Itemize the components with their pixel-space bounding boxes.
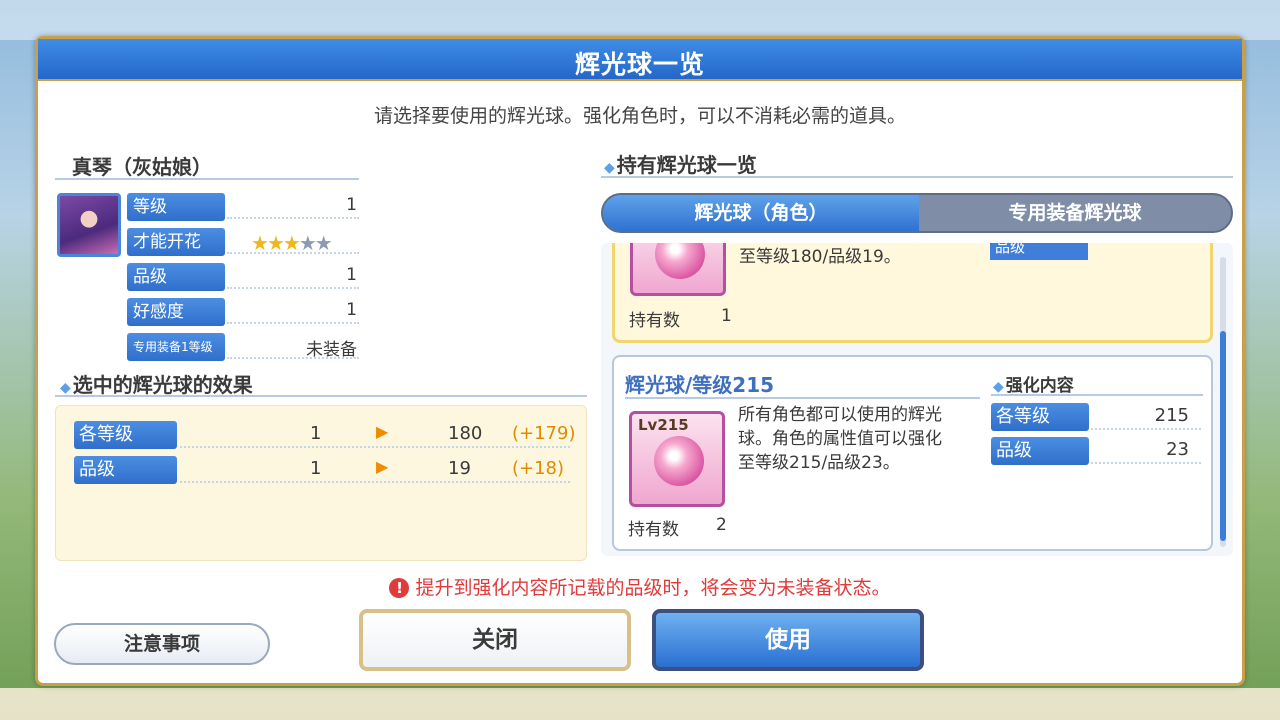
warning-text: 提升到强化内容所记载的品级时，将会变为未装备状态。 <box>415 577 891 599</box>
scrollbar-thumb[interactable] <box>1220 331 1226 541</box>
close-button[interactable]: 关闭 <box>359 609 631 671</box>
dotted-line <box>227 217 359 219</box>
dialog-subtitle: 请选择要使用的辉光球。强化角色时，可以不消耗必需的道具。 <box>373 105 906 127</box>
stat-unique-equip: 专用装备1等级 未装备 <box>127 333 359 361</box>
tab-equipment-orb[interactable]: 专用装备辉光球 <box>919 195 1231 231</box>
star-empty-icon: ★ <box>314 231 333 255</box>
background-top-bar <box>0 0 1280 40</box>
diamond-icon: ◆ <box>993 379 1004 395</box>
dotted-line <box>180 446 570 448</box>
desc-line: 至等级215/品级23。 <box>738 453 900 473</box>
enhance-value: 215 <box>1154 405 1189 426</box>
orb-level: Lv215 <box>638 416 689 434</box>
effect-new: 19 <box>448 458 471 479</box>
effect-diff: (+18) <box>512 458 565 479</box>
effect-row-level: 各等级 1 ▶ 180 (+179) <box>74 421 575 449</box>
stat-talent-bloom: 才能开花 ★★★★★ <box>127 228 359 256</box>
dotted-line <box>1091 462 1201 464</box>
enhance-heading: ◆ 强化内容 <box>993 371 1074 396</box>
star-rating: ★★★★★ <box>251 231 333 255</box>
enhance-label: 各等级 <box>991 403 1089 431</box>
orb-card-lv215[interactable]: 辉光球/等级215 Lv215 所有角色都可以使用的辉光 球。角色的属性值可以强… <box>612 355 1213 551</box>
effect-heading: ◆ 选中的辉光球的效果 <box>60 369 253 398</box>
own-count-label: 持有数 <box>628 520 679 540</box>
divider <box>55 395 587 397</box>
stat-label: 品级 <box>127 263 225 291</box>
effect-label: 品级 <box>74 456 177 484</box>
effect-row-rank: 品级 1 ▶ 19 (+18) <box>74 456 570 484</box>
owned-heading-text: 持有辉光球一览 <box>616 153 757 177</box>
stat-value: 1 <box>346 300 357 320</box>
own-count: 1 <box>721 306 732 326</box>
stat-affection: 好感度 1 <box>127 298 359 326</box>
dialog-titlebar: 辉光球一览 <box>38 39 1242 81</box>
use-button[interactable]: 使用 <box>652 609 924 671</box>
exclamation-icon: ! <box>389 578 410 598</box>
orb-card-selected[interactable]: 至等级180/品级19。 品级 持有数 1 <box>612 243 1213 343</box>
list-scrollbar[interactable] <box>1220 257 1226 547</box>
orb-tabs: 辉光球（角色） 专用装备辉光球 <box>601 193 1233 233</box>
arrow-right-icon: ▶ <box>376 422 389 441</box>
owned-heading: ◆ 持有辉光球一览 <box>604 149 757 178</box>
effect-diff: (+179) <box>512 423 576 444</box>
dotted-line <box>180 481 570 483</box>
desc-line: 球。角色的属性值可以强化 <box>738 429 942 449</box>
star-filled-icon: ★ <box>251 231 269 255</box>
character-name: 真琴（灰姑娘） <box>72 155 212 179</box>
effect-heading-text: 选中的辉光球的效果 <box>72 373 253 397</box>
divider <box>625 397 980 399</box>
effect-current: 1 <box>310 423 322 444</box>
tab-character-orb[interactable]: 辉光球（角色） <box>603 195 919 231</box>
dotted-line <box>227 287 359 289</box>
divider <box>991 394 1203 396</box>
enhance-row-rank: 品级 23 <box>991 437 1201 465</box>
own-count-label: 持有数 <box>629 311 680 331</box>
stat-value: 未装备 <box>306 340 357 360</box>
orb-ball-icon <box>655 243 705 279</box>
stat-rank: 品级 1 <box>127 263 359 291</box>
dotted-line <box>227 322 359 324</box>
enhance-label-partial: 品级 <box>990 243 1088 260</box>
stat-label: 好感度 <box>127 298 225 326</box>
orb-item-icon <box>630 243 726 296</box>
star-empty-icon: ★ <box>298 231 317 255</box>
effect-box: 各等级 1 ▶ 180 (+179) 品级 1 ▶ 19 (+18) <box>55 405 587 561</box>
orb-title: 辉光球/等级215 <box>625 373 775 397</box>
orb-item-icon: Lv215 <box>629 411 725 507</box>
orb-list[interactable]: 至等级180/品级19。 品级 持有数 1 辉光球/等级215 Lv215 所有… <box>601 243 1233 556</box>
orb-description: 至等级180/品级19。 <box>739 247 901 267</box>
desc-line: 所有角色都可以使用的辉光 <box>738 405 942 425</box>
divider <box>55 178 359 180</box>
divider <box>601 176 1233 178</box>
diamond-icon: ◆ <box>604 160 615 176</box>
effect-current: 1 <box>310 458 322 479</box>
stat-label: 才能开花 <box>127 228 225 256</box>
stat-value: 1 <box>346 265 357 285</box>
star-filled-icon: ★ <box>266 231 285 255</box>
diamond-icon: ◆ <box>60 380 71 396</box>
arrow-right-icon: ▶ <box>376 457 389 476</box>
enhance-label: 品级 <box>991 437 1089 465</box>
orb-description: 所有角色都可以使用的辉光 球。角色的属性值可以强化 至等级215/品级23。 <box>738 403 942 475</box>
orb-ball-icon <box>654 436 704 486</box>
own-count: 2 <box>716 515 727 535</box>
enhance-value: 23 <box>1166 439 1189 460</box>
notes-button[interactable]: 注意事项 <box>54 623 270 665</box>
stat-label: 等级 <box>127 193 225 221</box>
glow-orb-dialog: 辉光球一览 请选择要使用的辉光球。强化角色时，可以不消耗必需的道具。 真琴（灰姑… <box>35 36 1245 686</box>
background-bottom-nav <box>0 688 1280 720</box>
effect-label: 各等级 <box>74 421 177 449</box>
stat-value: 1 <box>346 195 357 215</box>
star-filled-icon: ★ <box>282 231 301 255</box>
dialog-title: 辉光球一览 <box>574 50 705 79</box>
stat-level: 等级 1 <box>127 193 359 221</box>
dotted-line <box>1091 428 1201 430</box>
stat-label: 专用装备1等级 <box>127 333 225 361</box>
warning-message: ! 提升到强化内容所记载的品级时，将会变为未装备状态。 <box>38 573 1242 600</box>
effect-new: 180 <box>448 423 483 444</box>
enhance-heading-text: 强化内容 <box>1005 376 1074 396</box>
enhance-row-level: 各等级 215 <box>991 403 1201 431</box>
character-portrait <box>57 193 121 257</box>
